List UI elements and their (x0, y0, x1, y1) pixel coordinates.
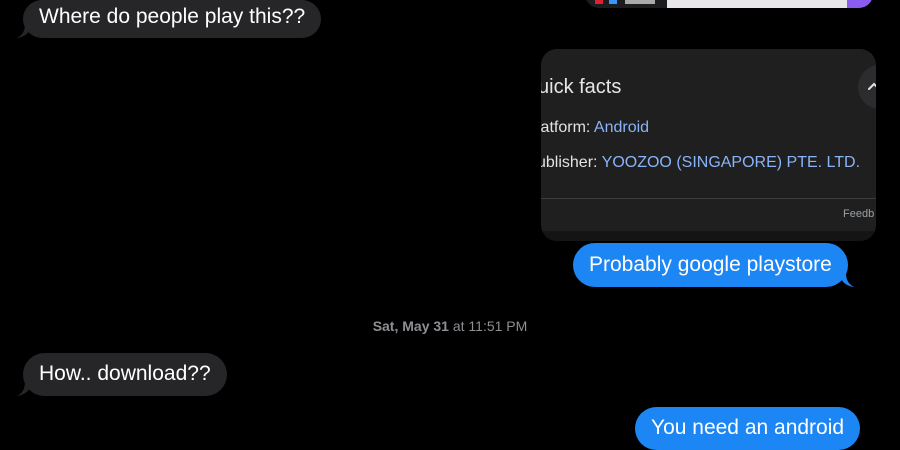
fact-publisher-value: YOOZOO (SINGAPORE) PTE. LTD. (601, 154, 861, 171)
attachment-thumbnail-accent (847, 0, 873, 8)
fact-publisher-label: ublisher: (541, 154, 598, 171)
fact-platform-label: latform: (541, 119, 591, 136)
chevron-up-icon (868, 82, 876, 90)
message-bubble-outgoing[interactable]: Probably google playstore (573, 243, 854, 287)
feedback-link: Feedb (843, 208, 875, 220)
fact-platform: latform: Android (541, 119, 649, 137)
message-text: How.. download?? (39, 362, 211, 385)
message-bubble-outgoing[interactable]: You need an android (635, 407, 861, 450)
timestamp-time: at 11:51 PM (452, 318, 528, 334)
facts-divider (541, 198, 876, 199)
conversation-timestamp: Sat, May 31 at 11:51 PM (0, 318, 900, 334)
timestamp-day: Sat, May 31 (372, 318, 449, 334)
message-text: Probably google playstore (589, 253, 832, 276)
fact-platform-value: Android (593, 119, 650, 136)
bubble-tail (17, 24, 31, 38)
attachment-thumbnail-detail (595, 0, 655, 4)
facts-title: uick facts (541, 76, 622, 98)
collapse-button (858, 65, 876, 109)
bubble-tail (17, 382, 31, 396)
message-text: Where do people play this?? (39, 5, 306, 28)
screenshot-attachment[interactable]: uick facts latform: Android ublisher: YO… (541, 49, 876, 241)
attachment-thumbnail (667, 0, 847, 8)
message-bubble-incoming[interactable]: How.. download?? (17, 353, 227, 396)
image-attachment[interactable] (585, 0, 873, 8)
message-text: You need an android (651, 416, 845, 439)
card-bottom-edge (541, 231, 876, 241)
bubble-tail (839, 273, 854, 287)
fact-publisher: ublisher: YOOZOO (SINGAPORE) PTE. LTD. (541, 154, 860, 172)
message-bubble-incoming[interactable]: Where do people play this?? (17, 0, 322, 38)
